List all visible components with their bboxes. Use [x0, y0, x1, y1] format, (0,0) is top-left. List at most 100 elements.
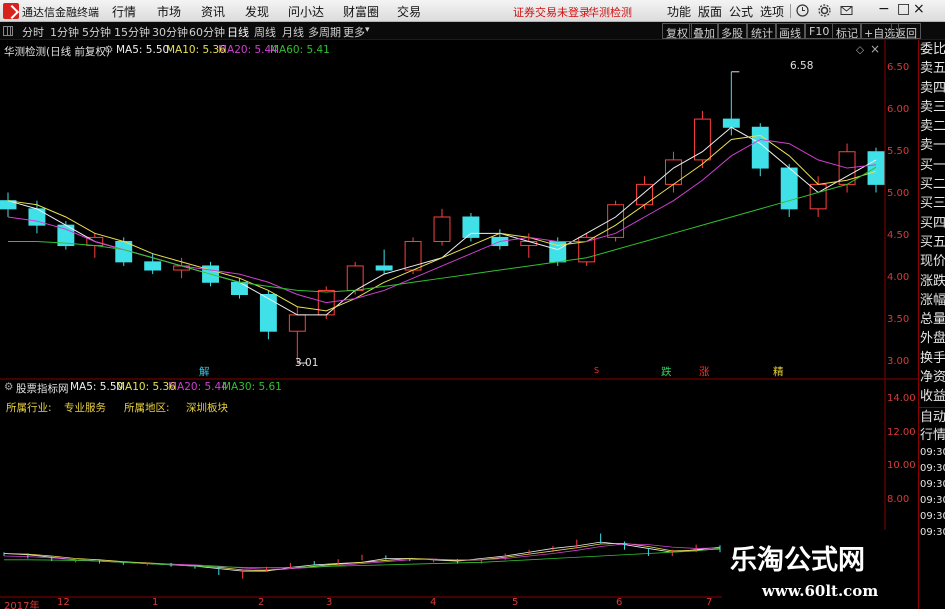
clock-icon[interactable] [796, 4, 809, 17]
login-notice[interactable]: 证券交易未登录 [513, 4, 590, 20]
marker-fall: 跌 [661, 366, 672, 378]
gear-icon[interactable] [818, 4, 831, 17]
candle [780, 163, 798, 217]
candle [433, 208, 451, 246]
side-item: 涨幅 [920, 292, 945, 308]
period-monthly[interactable]: 月线 [282, 24, 304, 40]
layout-grid-icon[interactable] [3, 26, 13, 36]
region-value: 深圳板块 [186, 402, 228, 414]
sub-settings-icon[interactable]: ⚙ [4, 381, 13, 393]
panel-close-icon[interactable]: × [870, 42, 880, 56]
side-item: 买三 [920, 196, 945, 212]
candle-body [288, 314, 306, 332]
period-5min[interactable]: 5分钟 [82, 24, 111, 40]
statistics-button[interactable]: 统计 [747, 23, 777, 40]
period-daily[interactable]: 日线 [227, 24, 249, 40]
candle [491, 229, 509, 250]
minimize-button[interactable]: − [878, 1, 890, 17]
mark-button[interactable]: 标记 [832, 23, 862, 40]
overlay-button[interactable]: 叠加 [689, 23, 719, 40]
account-name[interactable]: 华测检测 [588, 4, 632, 20]
y-tick: 5.50 [887, 146, 910, 157]
x-tick: 3 [326, 597, 333, 608]
side-item: 涨跌 [920, 273, 945, 289]
menu-layout[interactable]: 版面 [698, 3, 722, 20]
sub-ma30-label: MA30: 5.61 [222, 381, 282, 393]
x-tick: 1 [152, 597, 159, 608]
side-item: 收益 [920, 389, 945, 405]
maximize-button[interactable]: □ [897, 1, 910, 17]
f10-button[interactable]: F10 [805, 23, 834, 39]
period-30min[interactable]: 30分钟 [152, 24, 188, 40]
panel-settings-icon[interactable]: ◇ [856, 44, 864, 56]
x-tick: 6 [616, 597, 623, 608]
side-item: 买四 [920, 215, 945, 231]
period-15min[interactable]: 15分钟 [114, 24, 150, 40]
period-tick[interactable]: 分时 [22, 24, 44, 40]
settings-gear-icon[interactable]: ⚙ [104, 44, 113, 56]
candle [28, 200, 46, 234]
sub-y-tick: 14.00 [887, 393, 916, 404]
side-item: 卖一 [920, 138, 945, 154]
menu-news[interactable]: 资讯 [201, 3, 225, 20]
candle [231, 278, 248, 299]
candle [0, 192, 17, 217]
candle [462, 212, 480, 242]
low-price-label: 3.01 [295, 357, 319, 369]
menu-quotes[interactable]: 行情 [112, 3, 136, 20]
title-bar: 通达信金融终端 行情 市场 资讯 发现 问小达 财富圈 交易 证券交易未登录 华… [0, 0, 945, 22]
watermark: 乐淘公式网 www.60lt.com [722, 530, 918, 609]
sub-y-tick: 12.00 [887, 427, 916, 438]
menu-wealth-circle[interactable]: 财富圈 [343, 3, 379, 20]
region-label: 所属地区: [124, 402, 170, 414]
menu-discover[interactable]: 发现 [245, 3, 269, 20]
period-60min[interactable]: 60分钟 [189, 24, 225, 40]
close-button[interactable]: × [913, 1, 925, 17]
side-item: 净资 [920, 370, 945, 386]
y-tick: 3.00 [887, 356, 910, 367]
candle [722, 71, 740, 136]
draw-line-button[interactable]: 画线 [775, 23, 805, 40]
candle-body [867, 151, 885, 185]
period-1min[interactable]: 1分钟 [50, 24, 79, 40]
adjust-button[interactable]: 复权 [662, 23, 692, 40]
period-weekly[interactable]: 周线 [254, 24, 276, 40]
side-auto-tab[interactable]: 自动 [919, 406, 945, 426]
menu-options[interactable]: 选项 [760, 3, 784, 20]
menu-market[interactable]: 市场 [157, 3, 181, 20]
candle [404, 237, 422, 275]
menu-function[interactable]: 功能 [667, 3, 691, 20]
menu-assistant[interactable]: 问小达 [288, 3, 324, 20]
watermark-url: www.60lt.com [762, 582, 879, 600]
marker-precise: 精 [773, 366, 784, 378]
side-item: 卖二 [920, 119, 945, 135]
industry-label: 所属行业: [6, 402, 52, 414]
x-tick: 2017年 [4, 601, 40, 609]
multi-stock-button[interactable]: 多股 [717, 23, 747, 40]
quote-side-panel: 委比 卖五 卖四 卖三 卖二 卖一 买一 买二 买三 买四 买五 现价 涨跌 涨… [918, 40, 945, 609]
more-chevron-icon[interactable]: ▾ [365, 25, 370, 35]
side-item: 卖三 [920, 99, 945, 115]
candle [144, 253, 162, 275]
period-more[interactable]: 更多 [343, 24, 365, 40]
x-tick: 12 [57, 597, 70, 608]
menu-trade[interactable]: 交易 [397, 3, 421, 20]
x-tick: 2 [258, 597, 265, 608]
menu-formula[interactable]: 公式 [729, 3, 753, 20]
envelope-icon[interactable] [840, 4, 853, 17]
chart-area[interactable] [0, 40, 918, 609]
ma10-label: MA10: 5.36 [166, 44, 226, 56]
ma60-label: MA60: 5.41 [270, 44, 330, 56]
period-multi[interactable]: 多周期 [308, 24, 341, 40]
period-toolbar: 分时 1分钟 5分钟 15分钟 30分钟 60分钟 日线 周线 月线 多周期 更… [0, 22, 945, 40]
marker-s: S [594, 366, 600, 375]
candle-body [259, 294, 277, 332]
candle [751, 123, 769, 177]
sub-ma10-label: MA10: 5.36 [116, 381, 176, 393]
back-button[interactable]: 返回 [891, 23, 921, 40]
sub-ma20-label: MA20: 5.44 [168, 381, 228, 393]
y-tick: 4.50 [887, 230, 910, 241]
side-item: 买五 [920, 234, 945, 250]
high-price-label: 6.58 [790, 60, 814, 72]
side-quotes-tab[interactable]: 行情 [919, 426, 945, 445]
